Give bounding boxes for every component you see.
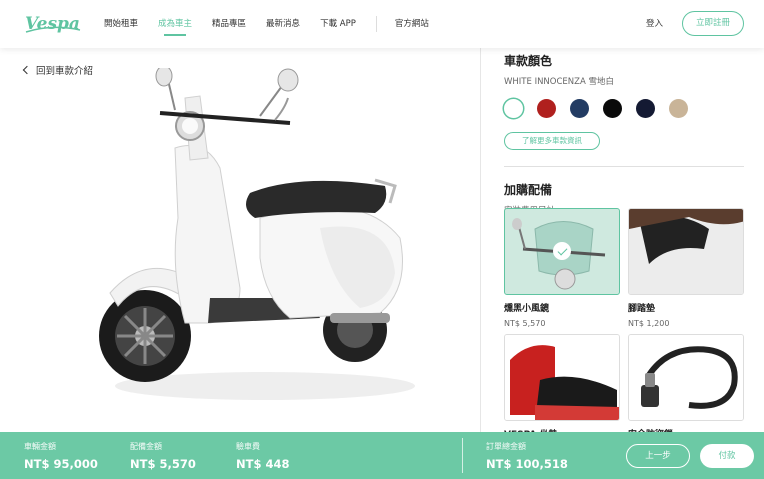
accessory-name: 燻黑小風鏡 bbox=[504, 304, 550, 314]
swatch-blue[interactable] bbox=[570, 99, 589, 118]
vehicle-amount-value: NT$ 95,000 bbox=[24, 457, 98, 471]
register-button[interactable]: 立即註冊 bbox=[682, 11, 744, 36]
nav-divider bbox=[375, 16, 377, 32]
windscreen-image bbox=[504, 208, 620, 295]
nav-links: 開始租車 成為車主 精品專區 最新消息 下載 APP 官方網站 bbox=[104, 0, 449, 48]
pay-button[interactable]: 付款 bbox=[700, 444, 754, 468]
selected-color-name: WHITE INNOCENZA 雪地白 bbox=[504, 77, 614, 87]
previous-step-button[interactable]: 上一步 bbox=[626, 444, 690, 468]
section-divider bbox=[504, 166, 744, 167]
accessory-section-title: 加購配備 bbox=[504, 183, 553, 197]
accessory-name: 腳踏墊 bbox=[628, 304, 656, 314]
back-to-model-link[interactable]: 回到車款介紹 bbox=[22, 63, 94, 77]
license-fee-value: NT$ 448 bbox=[236, 457, 290, 471]
nav-link-download-app[interactable]: 下載 APP bbox=[320, 0, 356, 48]
nav-link-shop[interactable]: 精品專區 bbox=[212, 0, 246, 48]
license-fee-label: 驗車費 bbox=[236, 442, 260, 451]
accessory-card-windscreen[interactable]: 燻黑小風鏡 NT$ 5,570 bbox=[504, 208, 620, 328]
nav-link-become-owner[interactable]: 成為車主 bbox=[158, 0, 192, 48]
swatch-beige[interactable] bbox=[669, 99, 688, 118]
accessory-card-chain-lock[interactable]: 安全防盜鎖 bbox=[628, 334, 744, 445]
order-total: 訂單總金額 NT$ 100,518 bbox=[486, 441, 568, 471]
topcase-image bbox=[504, 334, 620, 421]
chevron-left-icon bbox=[22, 65, 32, 75]
color-swatches bbox=[504, 99, 744, 118]
accessory-amount-label: 配備金額 bbox=[130, 442, 162, 451]
chain-lock-image bbox=[628, 334, 744, 421]
swatch-black[interactable] bbox=[603, 99, 622, 118]
svg-text:Vespa: Vespa bbox=[25, 14, 80, 34]
vehicle-amount: 車輛金額 NT$ 95,000 bbox=[24, 441, 98, 471]
footmat-image bbox=[628, 208, 744, 295]
summary-divider bbox=[462, 438, 463, 473]
back-link-label: 回到車款介紹 bbox=[36, 66, 94, 77]
config-panel: 車款顏色 WHITE INNOCENZA 雪地白 了解更多車款資訊 加購配備 安… bbox=[504, 48, 744, 440]
top-navbar: Vespa 開始租車 成為車主 精品專區 最新消息 下載 APP 官方網站 登入… bbox=[0, 0, 764, 48]
accessory-card-topcase[interactable]: VESPA 坐墊 bbox=[504, 334, 620, 445]
vespa-logo[interactable]: Vespa bbox=[24, 10, 82, 36]
order-total-value: NT$ 100,518 bbox=[486, 457, 568, 471]
accessory-amount-value: NT$ 5,570 bbox=[130, 457, 196, 471]
nav-link-news[interactable]: 最新消息 bbox=[266, 0, 300, 48]
nav-link-rent[interactable]: 開始租車 bbox=[104, 0, 138, 48]
swatch-white[interactable] bbox=[504, 99, 523, 118]
accessory-price: NT$ 1,200 bbox=[628, 319, 670, 328]
vehicle-amount-label: 車輛金額 bbox=[24, 442, 56, 451]
accessory-amount: 配備金額 NT$ 5,570 bbox=[130, 441, 196, 471]
more-model-info-button[interactable]: 了解更多車款資訊 bbox=[504, 132, 600, 150]
color-section-title: 車款顏色 bbox=[504, 54, 553, 68]
accessory-card-footmat[interactable]: 腳踏墊 NT$ 1,200 bbox=[628, 208, 744, 328]
swatch-red[interactable] bbox=[537, 99, 556, 118]
scooter-image bbox=[90, 65, 420, 418]
order-total-label: 訂單總金額 bbox=[486, 442, 526, 451]
swatch-navy[interactable] bbox=[636, 99, 655, 118]
selected-check-icon bbox=[553, 242, 571, 260]
login-link[interactable]: 登入 bbox=[646, 0, 663, 48]
license-fee: 驗車費 NT$ 448 bbox=[236, 441, 289, 471]
nav-link-official-site[interactable]: 官方網站 bbox=[395, 0, 429, 48]
column-divider bbox=[480, 48, 481, 432]
accessory-price: NT$ 5,570 bbox=[504, 319, 546, 328]
order-summary-bar: 車輛金額 NT$ 95,000 配備金額 NT$ 5,570 驗車費 NT$ 4… bbox=[0, 432, 764, 479]
